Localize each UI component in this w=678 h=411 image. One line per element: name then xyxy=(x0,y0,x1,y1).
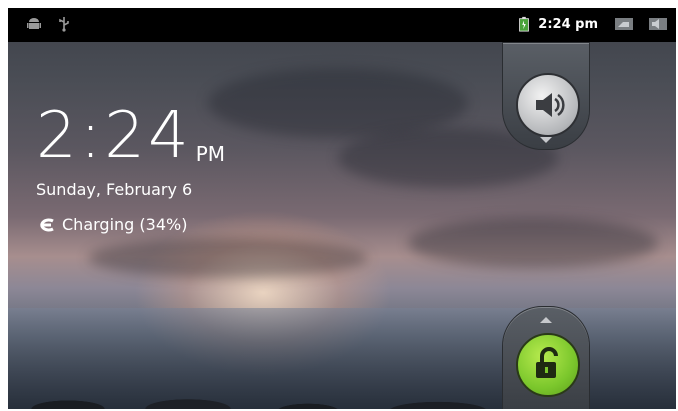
chevron-up-icon xyxy=(540,317,552,323)
status-time: 2:24 pm xyxy=(538,17,598,32)
chevron-down-icon xyxy=(540,137,552,143)
speaker-sound-icon xyxy=(536,93,565,117)
sound-toggle-button[interactable] xyxy=(516,73,580,137)
lock-screen: 2:24 pm 2:24 PM Sunday, February 6 Chargi… xyxy=(8,8,676,409)
volume-icon xyxy=(649,18,667,30)
unlock-button[interactable] xyxy=(516,333,580,397)
clock-time: 2:24 xyxy=(36,99,192,173)
charging-text: Charging (34%) xyxy=(62,215,188,234)
clock: 2:24 PM xyxy=(36,104,225,168)
unlock-slider[interactable] xyxy=(502,306,590,409)
clock-ampm: PM xyxy=(195,142,226,166)
date-label: Sunday, February 6 xyxy=(36,180,193,199)
battery-charging-icon xyxy=(519,16,529,32)
status-bar: 2:24 pm xyxy=(8,8,676,42)
signal-icon xyxy=(615,18,633,30)
usb-icon xyxy=(59,17,69,32)
sound-toggle-slider[interactable] xyxy=(502,42,590,150)
android-notification-icon xyxy=(27,18,41,29)
unlock-padlock-icon xyxy=(536,347,558,378)
charging-icon xyxy=(40,218,54,231)
charging-status: Charging (34%) xyxy=(36,215,187,234)
